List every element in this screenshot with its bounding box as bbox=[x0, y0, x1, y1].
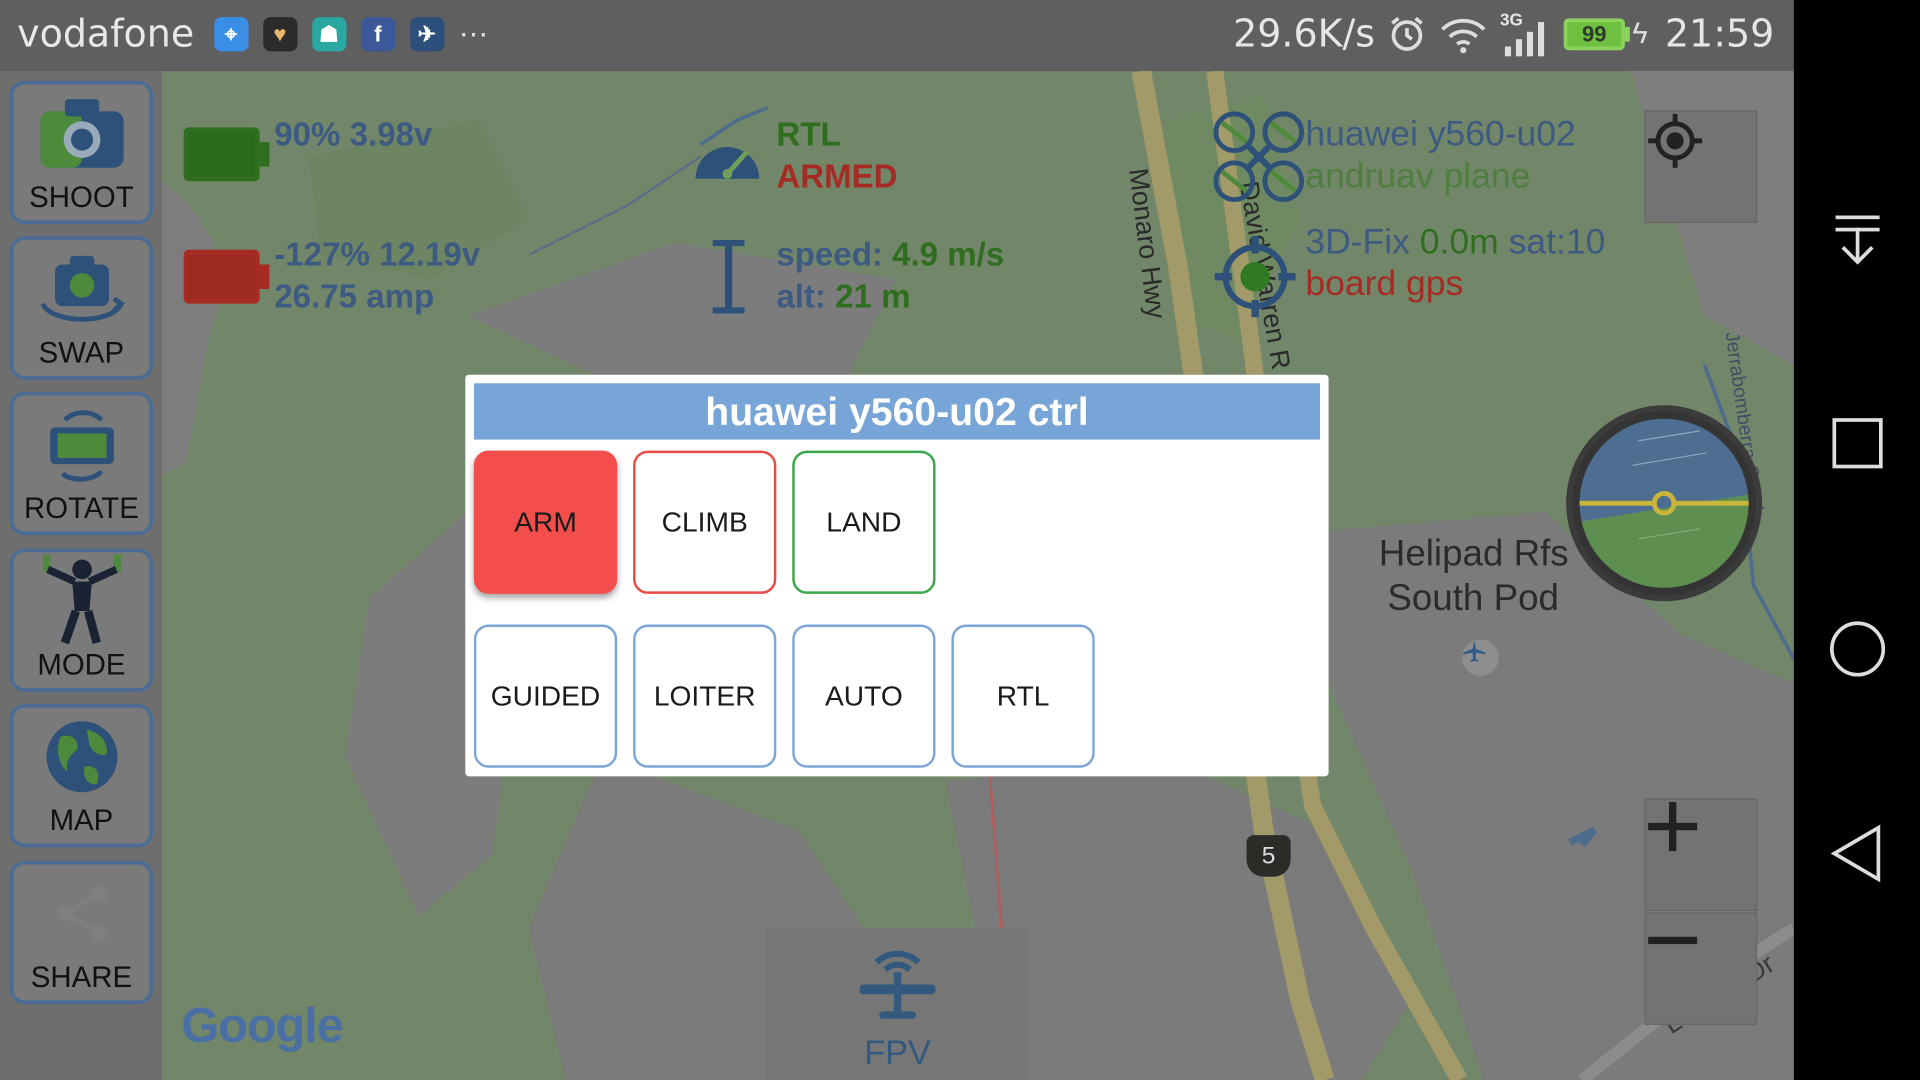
wifi-icon bbox=[1441, 18, 1486, 54]
clock: 21:59 bbox=[1664, 12, 1775, 57]
airport-icon bbox=[1462, 639, 1499, 676]
battery-icon: 99 ϟ bbox=[1563, 17, 1648, 51]
attitude-indicator bbox=[1565, 404, 1763, 602]
guided-button[interactable]: GUIDED bbox=[473, 624, 618, 768]
my-location-button[interactable] bbox=[1644, 110, 1758, 223]
vehicle-name: huawei y560-u02 bbox=[1305, 115, 1576, 155]
circle-icon bbox=[1829, 621, 1885, 677]
globe-icon bbox=[45, 721, 117, 793]
map-label: MAP bbox=[49, 804, 114, 838]
auto-button[interactable]: AUTO bbox=[792, 624, 936, 768]
mode-button[interactable]: MODE bbox=[9, 548, 154, 692]
more-notifications-icon: ⋯ bbox=[458, 17, 489, 51]
camera-icon bbox=[39, 99, 124, 168]
fpv-label: FPV bbox=[864, 1033, 931, 1072]
speed-label: speed: bbox=[776, 236, 883, 274]
place-label-line1: Helipad Rfs bbox=[1378, 533, 1569, 575]
andruav-app-icon: ✈ bbox=[409, 17, 444, 52]
shoot-label: SHOOT bbox=[29, 181, 134, 215]
rtl-button[interactable]: RTL bbox=[951, 624, 1095, 768]
charging-icon: ϟ bbox=[1632, 17, 1648, 51]
crosshair-icon bbox=[1648, 113, 1703, 168]
battery2-voltage: -127% 12.19v bbox=[274, 236, 481, 274]
share-icon bbox=[55, 885, 108, 942]
route-shield-number: 5 bbox=[1261, 841, 1276, 869]
vehicle-type: andruav plane bbox=[1305, 156, 1531, 196]
app-screen: Monaro Hwy David Warren R Jerrabomberra … bbox=[0, 0, 1920, 1080]
notification-pull-button[interactable] bbox=[1794, 211, 1920, 270]
plus-icon bbox=[1648, 802, 1698, 852]
location-app-icon: ⌖ bbox=[213, 17, 249, 52]
gps-satellites: sat:10 bbox=[1508, 222, 1606, 263]
gps-source: board gps bbox=[1305, 264, 1464, 304]
climb-button[interactable]: CLIMB bbox=[633, 450, 777, 594]
battery2-icon bbox=[183, 249, 270, 304]
swap-label: SWAP bbox=[38, 336, 125, 370]
facebook-icon: f bbox=[360, 17, 396, 52]
pull-down-icon bbox=[1834, 215, 1879, 265]
gps-fix: 3D-Fix bbox=[1305, 222, 1410, 263]
swap-button[interactable]: SWAP bbox=[9, 236, 154, 380]
fpv-button[interactable]: FPV bbox=[766, 928, 1029, 1080]
battery1-reading: 90% 3.98v bbox=[274, 116, 433, 154]
battery2-current: 26.75 amp bbox=[274, 277, 435, 315]
speedometer-icon bbox=[695, 146, 760, 179]
speed-value: 4.9 m/s bbox=[892, 236, 1005, 274]
battery1-icon bbox=[183, 127, 270, 182]
zoom-in-button[interactable] bbox=[1644, 798, 1758, 912]
land-button[interactable]: LAND bbox=[792, 450, 936, 594]
alt-value: 21 m bbox=[835, 277, 911, 315]
back-triangle-icon bbox=[1830, 824, 1880, 883]
flight-mode: RTL bbox=[776, 116, 841, 154]
route-shield: 5 bbox=[1246, 835, 1291, 877]
alt-readout: alt: 21 m bbox=[776, 276, 910, 318]
share-button[interactable]: SHARE bbox=[9, 860, 154, 1005]
alt-label: alt: bbox=[776, 277, 826, 315]
switch-camera-icon bbox=[39, 255, 125, 322]
place-label-line2: South Pod bbox=[1387, 577, 1559, 619]
gps-readout: 3D-Fix 0.0m sat:10 bbox=[1305, 222, 1605, 264]
cell-signal-icon: 3G bbox=[1500, 10, 1551, 59]
health-app-icon: ♥ bbox=[262, 17, 298, 52]
shoot-button[interactable]: SHOOT bbox=[9, 80, 154, 225]
square-icon bbox=[1831, 418, 1883, 469]
rotate-label: ROTATE bbox=[24, 492, 139, 526]
carrier-name: vodafone bbox=[17, 12, 195, 57]
zoom-out-button[interactable] bbox=[1644, 912, 1758, 1025]
google-logo: Google bbox=[181, 999, 344, 1054]
pilot-mode-icon bbox=[42, 554, 121, 645]
gps-precision: 0.0m bbox=[1419, 222, 1499, 263]
loiter-button[interactable]: LOITER bbox=[633, 624, 777, 768]
share-label: SHARE bbox=[30, 961, 133, 995]
alarm-icon bbox=[1391, 16, 1423, 51]
home-button[interactable] bbox=[1794, 618, 1920, 679]
minus-icon bbox=[1648, 936, 1698, 945]
rotate-button[interactable]: ROTATE bbox=[9, 391, 154, 536]
dialog-title: huawei y560-u02 ctrl bbox=[473, 383, 1321, 440]
map-button[interactable]: MAP bbox=[9, 704, 154, 848]
altitude-icon bbox=[712, 240, 745, 314]
battery-level: 99 bbox=[1581, 21, 1607, 46]
arm-button[interactable]: ARM bbox=[473, 450, 618, 594]
quadcopter-icon bbox=[1213, 111, 1305, 203]
mode-label: MODE bbox=[37, 648, 126, 683]
android-nav-bar bbox=[1793, 0, 1920, 1080]
armed-state: ARMED bbox=[776, 157, 898, 195]
back-button[interactable] bbox=[1794, 823, 1920, 884]
gps-icon bbox=[1214, 236, 1296, 318]
android-app-icon: ☗ bbox=[311, 17, 347, 52]
network-type: 3G bbox=[1499, 9, 1523, 30]
rotate-screen-icon bbox=[49, 410, 114, 482]
network-speed: 29.6K/s bbox=[1233, 12, 1376, 57]
speed-readout: speed: 4.9 m/s bbox=[776, 234, 1004, 276]
left-toolbar: SHOOT SWAP ROTATE MODE MAP SHARE bbox=[0, 71, 162, 1080]
control-dialog: huawei y560-u02 ctrl ARM CLIMB LAND GUID… bbox=[465, 374, 1329, 777]
status-bar: vodafone ⌖ ♥ ☗ f ✈ ⋯ 29.6K/s 3G 99 ϟ 21:… bbox=[0, 0, 1794, 72]
recents-button[interactable] bbox=[1794, 416, 1920, 470]
